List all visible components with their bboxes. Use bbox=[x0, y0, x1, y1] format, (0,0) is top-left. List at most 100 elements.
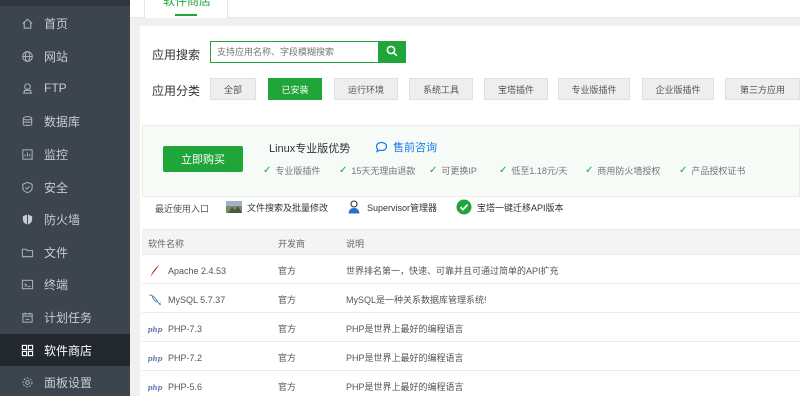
feature-item: ✓ 可更换IP bbox=[429, 165, 477, 176]
sidebar-item-monitor[interactable]: 监控 bbox=[0, 138, 130, 170]
check-icon: ✓ bbox=[679, 165, 688, 176]
category-third-party[interactable]: 第三方应用 bbox=[725, 78, 800, 100]
software-name-cell: php PHP-7.2 bbox=[147, 353, 203, 363]
mysql-dolphin-icon bbox=[148, 293, 162, 307]
sidebar-item-home[interactable]: 首页 bbox=[0, 7, 130, 39]
sidebar-item-label: 面板设置 bbox=[44, 375, 93, 390]
home-icon bbox=[20, 16, 34, 30]
recent-item-label: 文件搜索及批量修改 bbox=[247, 202, 329, 213]
category-installed[interactable]: 已安装 bbox=[268, 78, 322, 100]
sidebar-item-files[interactable]: 文件 bbox=[0, 236, 130, 268]
php-icon: php bbox=[147, 324, 163, 334]
buy-now-button[interactable]: 立即购买 bbox=[163, 146, 243, 172]
supervisor-person-icon bbox=[346, 199, 362, 215]
vendor-cell: 官方 bbox=[278, 266, 297, 276]
sidebar-item-ftp[interactable]: FTP bbox=[0, 72, 130, 104]
description-cell: 世界排名第一，快速、可靠并且可通过简单的API扩充 bbox=[346, 266, 559, 276]
sidebar-item-settings[interactable]: 面板设置 bbox=[0, 366, 130, 396]
sidebar-item-security[interactable]: 安全 bbox=[0, 171, 130, 203]
category-all[interactable]: 全部 bbox=[210, 78, 256, 100]
vendor-cell: 官方 bbox=[278, 353, 297, 363]
sidebar-item-label: 监控 bbox=[44, 147, 69, 162]
ftp-icon bbox=[20, 81, 34, 95]
sidebar-item-label: 安全 bbox=[44, 180, 69, 195]
check-icon: ✓ bbox=[585, 165, 594, 176]
description-cell: MySQL是一种关系数据库管理系统! bbox=[346, 295, 487, 305]
table-row[interactable]: php PHP-7.3 官方 PHP是世界上最好的编程语言 bbox=[142, 313, 800, 342]
sidebar-item-label: 数据库 bbox=[44, 114, 81, 129]
search-box bbox=[210, 41, 378, 63]
gear-icon bbox=[20, 375, 34, 389]
php-icon: php bbox=[147, 353, 163, 363]
column-header-vendor: 开发商 bbox=[278, 239, 306, 249]
category-pro-plugins[interactable]: 专业版插件 bbox=[558, 78, 630, 100]
green-check-circle-icon bbox=[456, 199, 472, 215]
sidebar-item-terminal[interactable]: 终端 bbox=[0, 268, 130, 300]
feature-item: ✓ 商用防火墙授权 bbox=[585, 165, 661, 176]
search-icon bbox=[386, 45, 398, 60]
promo-title: Linux专业版优势 bbox=[269, 143, 351, 155]
category-enterprise-plugins[interactable]: 企业版插件 bbox=[642, 78, 714, 100]
category-system-tools[interactable]: 系统工具 bbox=[409, 78, 473, 100]
sidebar-item-label: 文件 bbox=[44, 245, 69, 260]
software-name-cell: php PHP-5.6 bbox=[147, 382, 203, 392]
description-cell: PHP是世界上最好的编程语言 bbox=[346, 382, 464, 392]
chat-bubble-icon bbox=[375, 141, 388, 153]
php-icon: php bbox=[147, 382, 163, 392]
sidebar-item-label: 首页 bbox=[44, 16, 69, 31]
database-icon bbox=[20, 114, 34, 128]
sidebar-item-firewall[interactable]: 防火墙 bbox=[0, 203, 130, 235]
recent-item-label: 宝塔一键迁移API版本 bbox=[477, 202, 564, 213]
firewall-icon bbox=[20, 212, 34, 226]
file-search-thumbnail-icon bbox=[226, 199, 242, 215]
main-content: 软件商店 应用搜索 应用分类 全部 已安装 运行环境 系统工具 宝塔插件 专业版… bbox=[130, 0, 800, 396]
sidebar-item-label: 软件商店 bbox=[44, 343, 93, 358]
monitor-icon bbox=[20, 147, 34, 161]
recent-item-supervisor[interactable]: Supervisor管理器 bbox=[346, 199, 437, 215]
table-row[interactable]: php PHP-7.2 官方 PHP是世界上最好的编程语言 bbox=[142, 342, 800, 371]
recent-item-file-search[interactable]: 文件搜索及批量修改 bbox=[226, 199, 328, 215]
sidebar-item-label: 终端 bbox=[44, 277, 69, 292]
presales-consult-link[interactable]: 售前咨询 bbox=[375, 139, 437, 155]
shield-icon bbox=[20, 180, 34, 194]
search-button[interactable] bbox=[378, 41, 406, 63]
search-input[interactable] bbox=[211, 42, 378, 62]
software-name-cell: MySQL 5.7.37 bbox=[148, 293, 225, 307]
feature-item: ✓ 低至1.18元/天 bbox=[499, 165, 568, 176]
sidebar-item-website[interactable]: 网站 bbox=[0, 40, 130, 72]
vendor-cell: 官方 bbox=[278, 295, 297, 305]
description-cell: PHP是世界上最好的编程语言 bbox=[346, 353, 464, 363]
table-row[interactable]: php PHP-5.6 官方 PHP是世界上最好的编程语言 bbox=[142, 371, 800, 396]
sidebar: 首页 网站 FTP 数据库 监控 安全 防火墙 文件 终端 计划任务 软件商店 … bbox=[0, 0, 130, 396]
check-icon: ✓ bbox=[429, 165, 438, 176]
recent-label: 最近使用入口 bbox=[155, 204, 210, 214]
sidebar-item-cron[interactable]: 计划任务 bbox=[0, 301, 130, 333]
software-table-header: 软件名称 开发商 说明 bbox=[142, 229, 800, 255]
sidebar-item-database[interactable]: 数据库 bbox=[0, 105, 130, 137]
sidebar-item-label: FTP bbox=[44, 81, 67, 95]
column-header-name: 软件名称 bbox=[148, 239, 185, 249]
grid-icon bbox=[20, 343, 34, 357]
store-panel: 应用搜索 应用分类 全部 已安装 运行环境 系统工具 宝塔插件 专业版插件 企业… bbox=[140, 26, 800, 396]
category-bt-plugins[interactable]: 宝塔插件 bbox=[484, 78, 548, 100]
description-cell: PHP是世界上最好的编程语言 bbox=[346, 324, 464, 334]
tab-bar: 软件商店 bbox=[130, 0, 800, 18]
recent-item-label: Supervisor管理器 bbox=[367, 202, 438, 213]
sidebar-item-label: 计划任务 bbox=[44, 310, 93, 325]
terminal-icon bbox=[20, 277, 34, 291]
pro-promo-banner: 立即购买 Linux专业版优势 售前咨询 ✓ 专业版插件 ✓ 15天无理由退款 ✓ 可… bbox=[142, 125, 800, 197]
tab-app-store[interactable]: 软件商店 bbox=[144, 0, 228, 18]
globe-icon bbox=[20, 49, 34, 63]
table-row[interactable]: MySQL 5.7.37 官方 MySQL是一种关系数据库管理系统! bbox=[142, 284, 800, 313]
calendar-icon bbox=[20, 310, 34, 324]
feature-item: ✓ 专业版插件 bbox=[263, 165, 321, 176]
sidebar-item-app-store[interactable]: 软件商店 bbox=[0, 334, 130, 366]
check-icon: ✓ bbox=[499, 165, 508, 176]
table-row[interactable]: Apache 2.4.53 官方 世界排名第一，快速、可靠并且可通过简单的API… bbox=[142, 255, 800, 284]
check-icon: ✓ bbox=[339, 165, 348, 176]
recent-item-migration[interactable]: 宝塔一键迁移API版本 bbox=[456, 199, 564, 215]
software-name-cell: Apache 2.4.53 bbox=[148, 264, 226, 278]
vendor-cell: 官方 bbox=[278, 324, 297, 334]
category-runtime[interactable]: 运行环境 bbox=[334, 78, 398, 100]
consult-label: 售前咨询 bbox=[393, 142, 437, 154]
